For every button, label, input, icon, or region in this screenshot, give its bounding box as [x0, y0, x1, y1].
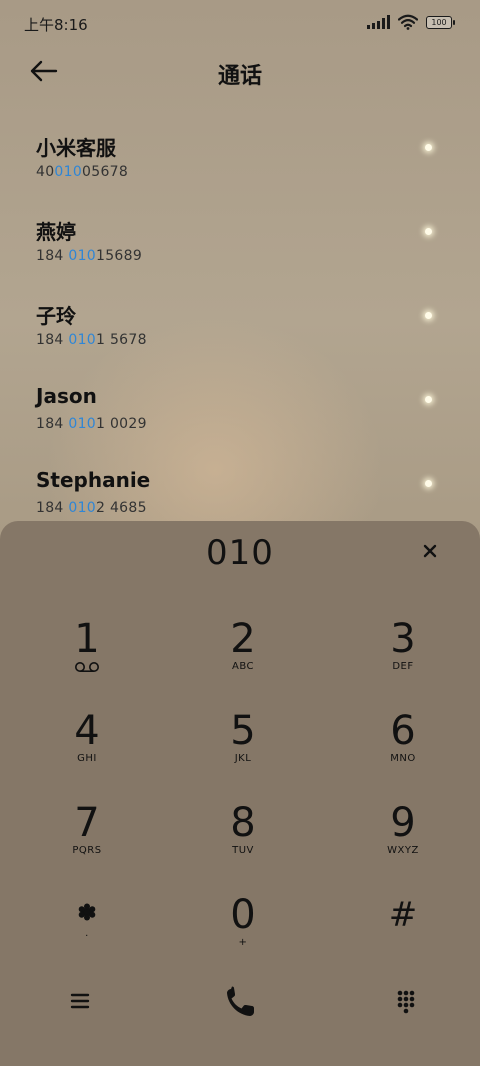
number-match: 010 [54, 164, 83, 180]
key-digit: 6 [390, 708, 416, 754]
indicator-dot [425, 144, 432, 151]
contact-number: 184 0102 4685 [36, 500, 147, 516]
key-2[interactable]: 2 ABC [183, 617, 303, 697]
dial-input-display[interactable]: 010 [0, 533, 480, 573]
number-suffix: 15689 [96, 248, 143, 264]
number-prefix: 184 [36, 248, 69, 264]
status-bar: 上午8:16 100 [0, 0, 480, 44]
key-letters: GHI [77, 753, 97, 764]
key-letters: · [85, 931, 89, 942]
key-digit: # [388, 895, 418, 935]
voicemail-icon [75, 662, 99, 672]
contact-list: 小米客服 4001005678 燕婷 184 01015689 子玲 184 0… [0, 120, 480, 540]
asterisk-icon [78, 903, 96, 921]
menu-icon [70, 993, 90, 1009]
list-item[interactable]: 燕婷 184 01015689 [0, 204, 480, 288]
key-letters: TUV [232, 845, 254, 856]
list-item[interactable]: 子玲 184 0101 5678 [0, 288, 480, 372]
status-time: 上午8:16 [24, 16, 88, 34]
key-letters: DEF [392, 661, 414, 672]
number-match: 010 [68, 248, 96, 264]
indicator-dot [425, 312, 432, 319]
number-prefix: 40 [36, 164, 55, 180]
key-9[interactable]: 9 WXYZ [343, 801, 463, 881]
indicator-dot [425, 480, 432, 487]
key-hash[interactable]: # [343, 893, 463, 973]
key-0[interactable]: 0 + [183, 893, 303, 973]
list-item[interactable]: 小米客服 4001005678 [0, 120, 480, 204]
key-letters: JKL [234, 753, 252, 764]
list-item[interactable]: Jason 184 0101 0029 [0, 372, 480, 456]
key-digit: 3 [390, 616, 416, 662]
key-digit: 2 [230, 616, 256, 662]
key-letters: MNO [390, 753, 416, 764]
number-prefix: 184 [36, 416, 69, 432]
number-prefix: 184 [36, 500, 69, 516]
key-digit: 7 [74, 800, 100, 846]
number-match: 010 [68, 416, 96, 432]
key-letters: PQRS [72, 845, 102, 856]
signal-icon [367, 15, 390, 29]
key-digit: 1 [74, 616, 100, 662]
key-4[interactable]: 4 GHI [27, 709, 147, 789]
keypad-toggle-button[interactable] [376, 977, 436, 1027]
number-match: 010 [68, 500, 96, 516]
number-suffix: 2 4685 [96, 500, 147, 516]
wifi-icon [398, 14, 418, 30]
key-digit: 4 [74, 708, 100, 754]
indicator-dot [425, 228, 432, 235]
number-suffix: 1 0029 [96, 416, 147, 432]
contact-number: 184 0101 0029 [36, 416, 147, 432]
contact-name: 小米客服 [36, 136, 116, 160]
contact-name: 子玲 [36, 304, 76, 328]
key-star[interactable]: · [27, 895, 147, 975]
number-suffix: 1 5678 [96, 332, 147, 348]
contact-number: 184 01015689 [36, 248, 142, 264]
page-title: 通话 [217, 64, 262, 89]
key-digit: 8 [230, 800, 256, 846]
contact-name: Jason [36, 384, 97, 408]
key-6[interactable]: 6 MNO [343, 709, 463, 789]
key-digit: 0 [230, 892, 256, 938]
contact-name: 燕婷 [36, 220, 76, 244]
number-match: 010 [68, 332, 96, 348]
key-5[interactable]: 5 JKL [183, 709, 303, 789]
status-icons: 100 [367, 14, 455, 30]
menu-button[interactable] [50, 977, 110, 1027]
number-suffix: 05678 [82, 164, 129, 180]
clear-button[interactable] [418, 539, 442, 563]
contact-number: 4001005678 [36, 164, 128, 180]
call-button[interactable] [212, 977, 272, 1027]
battery-icon: 100 [426, 15, 455, 29]
dial-pad-panel: 010 1 2 ABC 3 DEF 4 GHI 5 JKL 6 MNO 7 PQ… [0, 521, 480, 1066]
key-letters: ABC [231, 661, 254, 672]
keypad-icon [397, 990, 415, 1014]
close-icon [423, 544, 437, 558]
key-8[interactable]: 8 TUV [183, 801, 303, 881]
number-prefix: 184 [36, 332, 69, 348]
key-3[interactable]: 3 DEF [343, 617, 463, 697]
contact-name: Stephanie [36, 468, 151, 492]
key-digit: 9 [390, 800, 416, 846]
key-letters: + [238, 937, 248, 948]
contact-number: 184 0101 5678 [36, 332, 147, 348]
key-digit: 5 [230, 708, 256, 754]
key-letters: WXYZ [387, 845, 419, 856]
phone-icon [227, 986, 254, 1016]
indicator-dot [425, 396, 432, 403]
key-1[interactable]: 1 [27, 617, 147, 697]
key-7[interactable]: 7 PQRS [27, 801, 147, 881]
